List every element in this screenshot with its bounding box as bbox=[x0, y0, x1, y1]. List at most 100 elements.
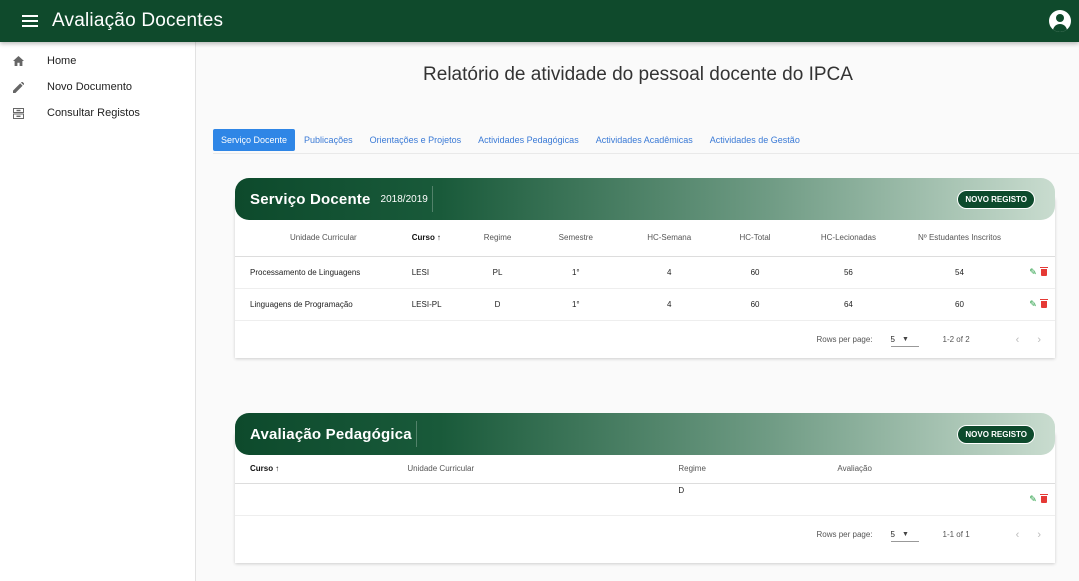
tab-actividades-gestao[interactable]: Actividades de Gestão bbox=[702, 129, 808, 151]
novo-registo-button[interactable]: NOVO REGISTO bbox=[957, 190, 1035, 209]
next-page-icon[interactable]: › bbox=[1037, 529, 1041, 541]
inbox-icon bbox=[11, 106, 25, 120]
table-cell: 60 bbox=[709, 256, 801, 289]
sidebar-item-label: Home bbox=[47, 55, 77, 67]
table-cell: PL bbox=[472, 256, 523, 289]
col-header[interactable]: HC-Lecionadas bbox=[800, 220, 897, 257]
rows-per-page-label: Rows per page: bbox=[816, 530, 873, 539]
row-actions: ✎ bbox=[1022, 483, 1055, 516]
app-bar: Avaliação Docentes bbox=[0, 0, 1079, 42]
table-cell: 54 bbox=[896, 256, 1023, 289]
avaliacao-pedagogica-card: Avaliação Pedagógica NOVO REGISTO Curso ↑… bbox=[235, 413, 1055, 563]
table-cell: 60 bbox=[896, 288, 1023, 321]
table-cell: D bbox=[678, 483, 838, 516]
col-header[interactable]: Regime bbox=[678, 455, 838, 484]
novo-registo-button[interactable]: NOVO REGISTO bbox=[957, 425, 1035, 444]
sidebar-item-label: Consultar Registos bbox=[47, 107, 140, 119]
edit-icon[interactable]: ✎ bbox=[1029, 267, 1037, 278]
col-header[interactable]: Semestre bbox=[522, 220, 629, 257]
table-cell: D bbox=[472, 288, 523, 321]
delete-icon[interactable] bbox=[1040, 493, 1048, 503]
sidebar-item-consultar-registos[interactable]: Consultar Registos bbox=[0, 100, 195, 126]
table-header-row: Unidade Curricular Curso ↑ Regime Semestr… bbox=[235, 220, 1055, 257]
col-header-curso[interactable]: Curso ↑ bbox=[411, 220, 473, 257]
col-header-curso[interactable]: Curso ↑ bbox=[235, 455, 408, 484]
col-header[interactable]: HC-Semana bbox=[628, 220, 710, 257]
page-title: Relatório de atividade do pessoal docent… bbox=[423, 64, 853, 85]
table-cell bbox=[235, 483, 408, 516]
rows-per-page-value: 5 bbox=[890, 529, 895, 539]
table-cell: LESI bbox=[411, 256, 473, 289]
table-cell: 4 bbox=[628, 256, 710, 289]
col-header[interactable]: Nº Estudantes Inscritos bbox=[896, 220, 1023, 257]
tab-orientacoes-projetos[interactable]: Orientações e Projetos bbox=[362, 129, 470, 151]
table-cell: Linguagens de Programação bbox=[235, 288, 412, 321]
main-content: Relatório de atividade do pessoal docent… bbox=[197, 42, 1079, 581]
table-cell: 60 bbox=[709, 288, 801, 321]
table-row: Linguagens de Programação LESI-PL D 1° 4… bbox=[235, 288, 1055, 321]
servico-table-wrap: Unidade Curricular Curso ↑ Regime Semestr… bbox=[235, 220, 1055, 359]
sort-arrow-icon: ↑ bbox=[436, 233, 441, 243]
tab-actividades-academicas[interactable]: Actividades Acadêmicas bbox=[588, 129, 701, 151]
avaliacao-table-wrap: Curso ↑ Unidade Curricular Regime Avaliaç… bbox=[235, 455, 1055, 554]
next-page-icon[interactable]: › bbox=[1037, 334, 1041, 346]
sidebar-item-label: Novo Documento bbox=[47, 81, 132, 93]
sidebar-item-home[interactable]: Home bbox=[0, 48, 195, 74]
page-range: 1-1 of 1 bbox=[942, 530, 970, 539]
sort-arrow-icon: ↑ bbox=[275, 464, 280, 474]
school-year: 2018/2019 bbox=[380, 193, 428, 205]
pagination: Rows per page: 5 ▼ 1-2 of 2 ‹ › bbox=[235, 321, 1055, 359]
header-divider bbox=[415, 421, 417, 447]
tab-actividades-pedagogicas[interactable]: Actividades Pedagógicas bbox=[470, 129, 587, 151]
table-cell: Processamento de Linguagens bbox=[235, 256, 412, 289]
prev-page-icon[interactable]: ‹ bbox=[1016, 334, 1020, 346]
table-row: D ✎ bbox=[235, 483, 1055, 516]
row-actions: ✎ bbox=[1022, 256, 1055, 289]
rows-per-page-label: Rows per page: bbox=[816, 335, 873, 344]
edit-icon[interactable]: ✎ bbox=[1029, 299, 1037, 310]
rows-per-page-select[interactable]: 5 ▼ bbox=[890, 333, 919, 347]
col-header[interactable]: Unidade Curricular bbox=[235, 220, 412, 257]
table-cell: 1° bbox=[522, 256, 629, 289]
delete-icon[interactable] bbox=[1040, 266, 1048, 276]
col-header-actions bbox=[1022, 455, 1055, 484]
table-cell: 64 bbox=[800, 288, 897, 321]
col-header[interactable]: HC-Total bbox=[709, 220, 801, 257]
chevron-down-icon: ▼ bbox=[901, 530, 909, 538]
home-icon bbox=[11, 54, 25, 68]
account-icon[interactable] bbox=[1049, 10, 1071, 32]
tab-publicacoes[interactable]: Publicações bbox=[296, 129, 361, 151]
avaliacao-pedagogica-table: Curso ↑ Unidade Curricular Regime Avaliaç… bbox=[235, 455, 1055, 516]
sidebar-item-novo-documento[interactable]: Novo Documento bbox=[0, 74, 195, 100]
col-header[interactable]: Avaliação bbox=[837, 455, 1023, 484]
table-cell: 56 bbox=[800, 256, 897, 289]
app-title: Avaliação Docentes bbox=[52, 10, 224, 31]
prev-page-icon[interactable]: ‹ bbox=[1016, 529, 1020, 541]
tab-servico-docente[interactable]: Serviço Docente bbox=[213, 128, 296, 151]
table-cell: LESI-PL bbox=[411, 288, 473, 321]
card-title: Avaliação Pedagógica bbox=[250, 425, 412, 443]
table-cell bbox=[407, 483, 679, 516]
table-cell bbox=[837, 483, 1023, 516]
menu-icon[interactable] bbox=[22, 15, 38, 27]
tab-bar: Serviço Docente Publicações Orientações … bbox=[213, 126, 1079, 154]
rows-per-page-select[interactable]: 5 ▼ bbox=[890, 528, 919, 542]
chevron-down-icon: ▼ bbox=[901, 335, 909, 343]
edit-icon[interactable]: ✎ bbox=[1029, 494, 1037, 505]
table-cell: 4 bbox=[628, 288, 710, 321]
servico-docente-header: Serviço Docente 2018/2019 NOVO REGISTO bbox=[235, 178, 1055, 220]
col-header[interactable]: Regime bbox=[472, 220, 523, 257]
pagination: Rows per page: 5 ▼ 1-1 of 1 ‹ › bbox=[235, 516, 1055, 554]
servico-docente-table: Unidade Curricular Curso ↑ Regime Semestr… bbox=[235, 220, 1055, 321]
header-divider bbox=[431, 186, 433, 212]
sidebar: Home Novo Documento Consultar Registos bbox=[0, 42, 196, 581]
delete-icon[interactable] bbox=[1040, 298, 1048, 308]
table-row: Processamento de Linguagens LESI PL 1° 4… bbox=[235, 256, 1055, 289]
col-header-actions bbox=[1022, 220, 1055, 257]
col-header[interactable]: Unidade Curricular bbox=[407, 455, 679, 484]
avaliacao-pedagogica-header: Avaliação Pedagógica NOVO REGISTO bbox=[235, 413, 1055, 455]
card-title: Serviço Docente bbox=[250, 190, 371, 208]
table-cell: 1° bbox=[522, 288, 629, 321]
pencil-icon bbox=[11, 80, 25, 94]
rows-per-page-value: 5 bbox=[890, 334, 895, 344]
